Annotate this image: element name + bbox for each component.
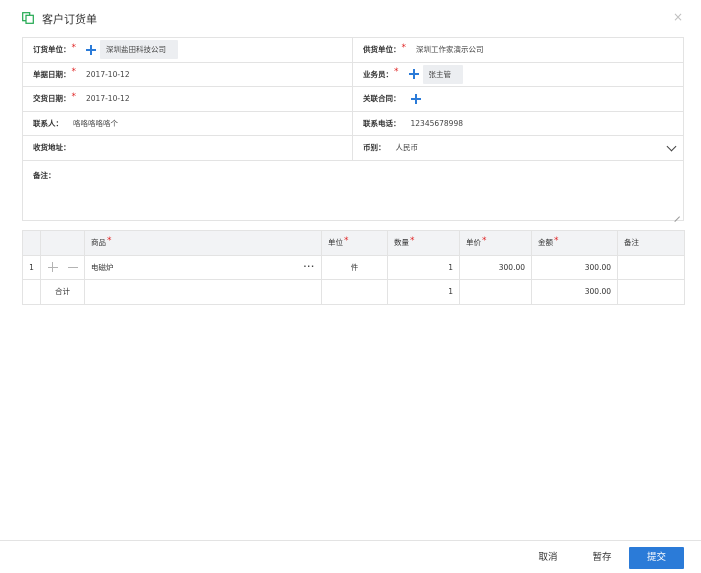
phone-label: 联系电话：	[363, 118, 401, 128]
dialog-footer: 取消 暂存 提交	[0, 540, 701, 573]
supplier-label: 供货单位：	[363, 45, 401, 55]
doc-date-label: 单据日期：	[33, 69, 71, 79]
add-icon[interactable]	[410, 93, 421, 104]
required-mark: *	[401, 42, 407, 53]
order-unit-label: 订货单位：	[33, 45, 71, 55]
remove-row-icon[interactable]	[67, 262, 78, 272]
row-unit[interactable]: 件	[321, 254, 388, 280]
required-mark: *	[71, 91, 77, 102]
address-field[interactable]: 收货地址：	[23, 136, 353, 160]
table-row: 1 电磁炉 ··· 件 1 300.00 300.00	[22, 254, 685, 280]
row-product-cell[interactable]: 电磁炉 ···	[84, 254, 322, 280]
header-note: 备注	[617, 230, 685, 256]
order-unit-value[interactable]: 深圳盐田科技公司	[100, 40, 178, 60]
row-qty[interactable]: 1	[387, 254, 460, 280]
address-label: 收货地址：	[33, 143, 71, 153]
remark-label: 备注：	[33, 170, 56, 180]
remark-textarea[interactable]: 备注：	[23, 161, 683, 221]
total-note	[617, 279, 685, 305]
doc-date-value[interactable]: 2017-10-12	[86, 70, 130, 79]
phone-value[interactable]: 12345678998	[411, 119, 464, 128]
row-index: 1	[22, 254, 41, 280]
cancel-button[interactable]: 取消	[528, 547, 568, 569]
salesman-field: 业务员： * 张主管	[353, 63, 683, 87]
row-price[interactable]: 300.00	[459, 254, 532, 280]
add-row-icon[interactable]	[47, 262, 58, 273]
total-label: 合计	[40, 279, 85, 305]
total-price	[459, 279, 532, 305]
currency-select[interactable]: 币别： 人民币	[353, 136, 683, 160]
close-icon[interactable]: ×	[672, 10, 684, 24]
form-row: 联系人： 咯咯咯咯咯个 联系电话： 12345678998	[23, 111, 683, 136]
phone-field: 联系电话： 12345678998	[353, 112, 683, 136]
row-note[interactable]	[617, 254, 685, 280]
add-icon[interactable]	[86, 44, 96, 55]
doc-date-field: 单据日期： * 2017-10-12	[23, 62, 353, 86]
total-product	[84, 279, 322, 305]
order-form: 订货单位： * 深圳盐田科技公司 供货单位： * 深圳工作家演示公司 单据日期：…	[22, 37, 684, 221]
delivery-date-label: 交货日期：	[33, 94, 71, 104]
contact-value[interactable]: 咯咯咯咯咯个	[73, 118, 118, 129]
form-row: 订货单位： * 深圳盐田科技公司 供货单位： * 深圳工作家演示公司	[23, 38, 683, 63]
header-qty: 数量*	[387, 230, 460, 256]
delivery-date-value[interactable]: 2017-10-12	[86, 94, 130, 103]
header-index	[22, 230, 41, 256]
header-unit: 单位*	[321, 230, 388, 256]
add-icon[interactable]	[408, 69, 419, 80]
total-row: 合计 1 300.00	[22, 279, 685, 305]
order-icon	[22, 12, 34, 24]
salesman-label: 业务员：	[363, 69, 393, 79]
more-icon[interactable]: ···	[303, 262, 315, 271]
contact-field: 联系人： 咯咯咯咯咯个	[23, 111, 353, 135]
required-mark: *	[394, 67, 399, 78]
save-draft-button[interactable]: 暂存	[582, 547, 622, 569]
chevron-down-icon[interactable]	[666, 141, 677, 152]
total-qty: 1	[387, 279, 460, 305]
currency-value[interactable]: 人民币	[396, 142, 419, 153]
total-unit	[321, 279, 388, 305]
contract-field: 关联合同：	[353, 87, 683, 111]
salesman-value[interactable]: 张主管	[422, 64, 463, 84]
form-row: 交货日期： * 2017-10-12 关联合同：	[23, 87, 683, 112]
dialog-title-bar: 客户订货单 ×	[0, 0, 701, 36]
row-amount[interactable]: 300.00	[531, 254, 618, 280]
currency-label: 币别：	[363, 143, 386, 153]
header-product: 商品*	[84, 230, 322, 256]
header-ops	[40, 230, 85, 256]
required-mark: *	[71, 42, 77, 53]
contract-label: 关联合同：	[363, 94, 401, 104]
resize-handle-icon[interactable]	[674, 211, 680, 217]
supplier-value: 深圳工作家演示公司	[416, 45, 484, 55]
total-amount: 300.00	[531, 279, 618, 305]
header-amount: 金额*	[531, 230, 618, 256]
required-mark: *	[71, 67, 77, 78]
total-index	[22, 279, 41, 305]
header-price: 单价*	[459, 230, 532, 256]
order-unit-field: 订货单位： * 深圳盐田科技公司	[23, 38, 353, 62]
form-row: 单据日期： * 2017-10-12 业务员： * 张主管	[23, 62, 683, 87]
supplier-field: 供货单位： * 深圳工作家演示公司	[353, 38, 683, 62]
row-product: 电磁炉	[91, 262, 114, 272]
table-header-row: 商品* 单位* 数量* 单价* 金额* 备注	[22, 230, 685, 256]
submit-button[interactable]: 提交	[629, 547, 684, 569]
dialog-title: 客户订货单	[42, 13, 97, 26]
contact-label: 联系人：	[33, 118, 63, 128]
row-ops	[40, 254, 85, 280]
order-items-table: 商品* 单位* 数量* 单价* 金额* 备注 1 电磁炉 ··· 件 1 300…	[22, 230, 685, 305]
delivery-date-field: 交货日期： * 2017-10-12	[23, 87, 353, 111]
form-row: 收货地址： 币别： 人民币	[23, 136, 683, 161]
